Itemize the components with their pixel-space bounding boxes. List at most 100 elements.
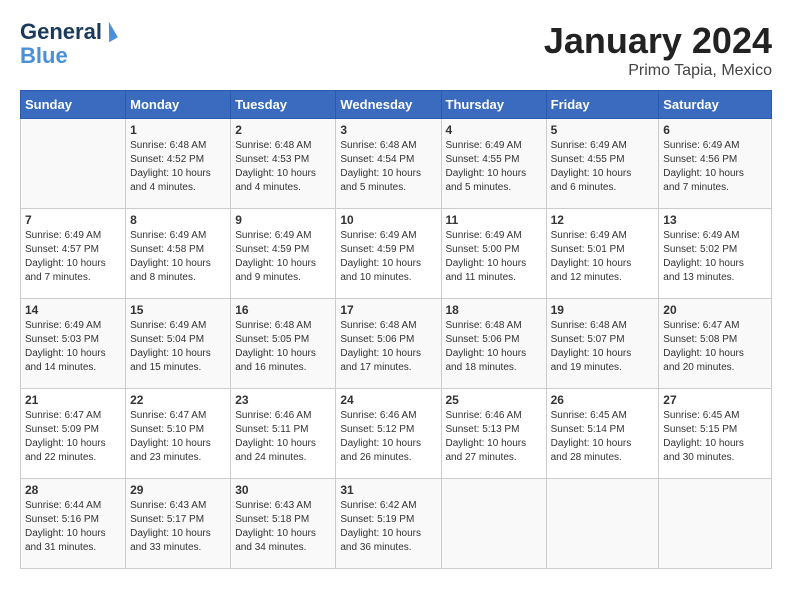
calendar-cell: 6 Sunrise: 6:49 AMSunset: 4:56 PMDaylight… <box>659 119 772 209</box>
calendar-cell: 15Sunrise: 6:49 AMSunset: 5:04 PMDayligh… <box>126 299 231 389</box>
logo-blue: Blue <box>20 44 68 68</box>
calendar-cell: 26 Sunrise: 6:45 AMSunset: 5:14 PMDayligh… <box>546 389 659 479</box>
calendar-cell: 30 Sunrise: 6:43 AMSunset: 5:18 PMDayligh… <box>231 479 336 569</box>
day-info: Sunrise: 6:49 AMSunset: 5:02 PMDaylight:… <box>663 229 767 285</box>
calendar-cell: 24 Sunrise: 6:46 AMSunset: 5:12 PMDayligh… <box>336 389 441 479</box>
day-number: 21 <box>25 393 121 407</box>
day-number: 23 <box>235 393 331 407</box>
calendar-cell: 3Sunrise: 6:48 AMSunset: 4:54 PMDaylight… <box>336 119 441 209</box>
day-number: 12 <box>551 213 655 227</box>
day-info: Sunrise: 6:46 AMSunset: 5:12 PMDaylight:… <box>340 409 436 465</box>
calendar-cell: 11Sunrise: 6:49 AMSunset: 5:00 PMDayligh… <box>441 209 546 299</box>
title-block: January 2024 Primo Tapia, Mexico <box>544 20 772 80</box>
calendar-cell: 22 Sunrise: 6:47 AMSunset: 5:10 PMDayligh… <box>126 389 231 479</box>
day-number: 8 <box>130 213 226 227</box>
calendar-header-row: Sunday Monday Tuesday Wednesday Thursday… <box>21 91 772 119</box>
calendar-cell: 9Sunrise: 6:49 AMSunset: 4:59 PMDaylight… <box>231 209 336 299</box>
day-number: 13 <box>663 213 767 227</box>
day-number: 24 <box>340 393 436 407</box>
day-number: 30 <box>235 483 331 497</box>
day-number: 29 <box>130 483 226 497</box>
calendar-title: January 2024 <box>544 20 772 62</box>
header-wednesday: Wednesday <box>336 91 441 119</box>
header-thursday: Thursday <box>441 91 546 119</box>
calendar-table: Sunday Monday Tuesday Wednesday Thursday… <box>20 90 772 569</box>
day-info: Sunrise: 6:48 AMSunset: 5:06 PMDaylight:… <box>446 319 542 375</box>
day-info: Sunrise: 6:44 AMSunset: 5:16 PMDaylight:… <box>25 499 121 555</box>
calendar-cell: 20Sunrise: 6:47 AMSunset: 5:08 PMDayligh… <box>659 299 772 389</box>
day-info: Sunrise: 6:49 AMSunset: 5:01 PMDaylight:… <box>551 229 655 285</box>
calendar-cell: 18 Sunrise: 6:48 AMSunset: 5:06 PMDayligh… <box>441 299 546 389</box>
day-info: Sunrise: 6:46 AMSunset: 5:13 PMDaylight:… <box>446 409 542 465</box>
calendar-cell: 4 Sunrise: 6:49 AMSunset: 4:55 PMDaylight… <box>441 119 546 209</box>
day-number: 3 <box>340 123 436 137</box>
calendar-cell <box>546 479 659 569</box>
day-info: Sunrise: 6:49 AMSunset: 4:55 PMDaylight:… <box>446 139 542 195</box>
calendar-cell: 7 Sunrise: 6:49 AMSunset: 4:57 PMDaylight… <box>21 209 126 299</box>
calendar-cell: 16 Sunrise: 6:48 AMSunset: 5:05 PMDayligh… <box>231 299 336 389</box>
header-sunday: Sunday <box>21 91 126 119</box>
day-info: Sunrise: 6:47 AMSunset: 5:09 PMDaylight:… <box>25 409 121 465</box>
day-number: 4 <box>446 123 542 137</box>
calendar-cell: 13 Sunrise: 6:49 AMSunset: 5:02 PMDayligh… <box>659 209 772 299</box>
calendar-week-row: 7 Sunrise: 6:49 AMSunset: 4:57 PMDaylight… <box>21 209 772 299</box>
day-number: 6 <box>663 123 767 137</box>
day-info: Sunrise: 6:46 AMSunset: 5:11 PMDaylight:… <box>235 409 331 465</box>
day-info: Sunrise: 6:49 AMSunset: 5:03 PMDaylight:… <box>25 319 121 375</box>
day-info: Sunrise: 6:45 AMSunset: 5:14 PMDaylight:… <box>551 409 655 465</box>
day-info: Sunrise: 6:43 AMSunset: 5:17 PMDaylight:… <box>130 499 226 555</box>
day-number: 5 <box>551 123 655 137</box>
day-info: Sunrise: 6:47 AMSunset: 5:10 PMDaylight:… <box>130 409 226 465</box>
day-info: Sunrise: 6:48 AMSunset: 5:05 PMDaylight:… <box>235 319 331 375</box>
day-info: Sunrise: 6:49 AMSunset: 4:58 PMDaylight:… <box>130 229 226 285</box>
header-tuesday: Tuesday <box>231 91 336 119</box>
calendar-cell: 23 Sunrise: 6:46 AMSunset: 5:11 PMDayligh… <box>231 389 336 479</box>
calendar-week-row: 28 Sunrise: 6:44 AMSunset: 5:16 PMDayligh… <box>21 479 772 569</box>
day-number: 27 <box>663 393 767 407</box>
day-info: Sunrise: 6:45 AMSunset: 5:15 PMDaylight:… <box>663 409 767 465</box>
logo-general: General <box>20 20 102 44</box>
day-number: 7 <box>25 213 121 227</box>
header-saturday: Saturday <box>659 91 772 119</box>
calendar-cell <box>441 479 546 569</box>
day-info: Sunrise: 6:48 AMSunset: 5:07 PMDaylight:… <box>551 319 655 375</box>
day-info: Sunrise: 6:49 AMSunset: 4:57 PMDaylight:… <box>25 229 121 285</box>
day-number: 22 <box>130 393 226 407</box>
day-number: 14 <box>25 303 121 317</box>
day-info: Sunrise: 6:48 AMSunset: 4:53 PMDaylight:… <box>235 139 331 195</box>
day-number: 25 <box>446 393 542 407</box>
logo-arrow-icon <box>100 22 118 43</box>
day-number: 18 <box>446 303 542 317</box>
calendar-week-row: 14 Sunrise: 6:49 AMSunset: 5:03 PMDayligh… <box>21 299 772 389</box>
day-number: 2 <box>235 123 331 137</box>
calendar-cell: 14 Sunrise: 6:49 AMSunset: 5:03 PMDayligh… <box>21 299 126 389</box>
day-info: Sunrise: 6:43 AMSunset: 5:18 PMDaylight:… <box>235 499 331 555</box>
calendar-cell: 31Sunrise: 6:42 AMSunset: 5:19 PMDayligh… <box>336 479 441 569</box>
calendar-cell: 2 Sunrise: 6:48 AMSunset: 4:53 PMDaylight… <box>231 119 336 209</box>
calendar-cell: 5 Sunrise: 6:49 AMSunset: 4:55 PMDaylight… <box>546 119 659 209</box>
day-number: 9 <box>235 213 331 227</box>
calendar-cell: 10 Sunrise: 6:49 AMSunset: 4:59 PMDayligh… <box>336 209 441 299</box>
header-monday: Monday <box>126 91 231 119</box>
day-info: Sunrise: 6:49 AMSunset: 4:56 PMDaylight:… <box>663 139 767 195</box>
logo: General Blue <box>20 20 114 68</box>
calendar-week-row: 1Sunrise: 6:48 AMSunset: 4:52 PMDaylight… <box>21 119 772 209</box>
day-number: 10 <box>340 213 436 227</box>
calendar-cell <box>21 119 126 209</box>
day-info: Sunrise: 6:49 AMSunset: 4:55 PMDaylight:… <box>551 139 655 195</box>
calendar-cell: 25 Sunrise: 6:46 AMSunset: 5:13 PMDayligh… <box>441 389 546 479</box>
day-info: Sunrise: 6:49 AMSunset: 5:00 PMDaylight:… <box>446 229 542 285</box>
day-number: 1 <box>130 123 226 137</box>
day-info: Sunrise: 6:42 AMSunset: 5:19 PMDaylight:… <box>340 499 436 555</box>
calendar-week-row: 21 Sunrise: 6:47 AMSunset: 5:09 PMDayligh… <box>21 389 772 479</box>
day-info: Sunrise: 6:49 AMSunset: 4:59 PMDaylight:… <box>340 229 436 285</box>
day-number: 28 <box>25 483 121 497</box>
day-number: 16 <box>235 303 331 317</box>
header-friday: Friday <box>546 91 659 119</box>
calendar-cell: 27 Sunrise: 6:45 AMSunset: 5:15 PMDayligh… <box>659 389 772 479</box>
calendar-cell <box>659 479 772 569</box>
calendar-cell: 29 Sunrise: 6:43 AMSunset: 5:17 PMDayligh… <box>126 479 231 569</box>
day-number: 17 <box>340 303 436 317</box>
day-number: 26 <box>551 393 655 407</box>
calendar-cell: 12 Sunrise: 6:49 AMSunset: 5:01 PMDayligh… <box>546 209 659 299</box>
